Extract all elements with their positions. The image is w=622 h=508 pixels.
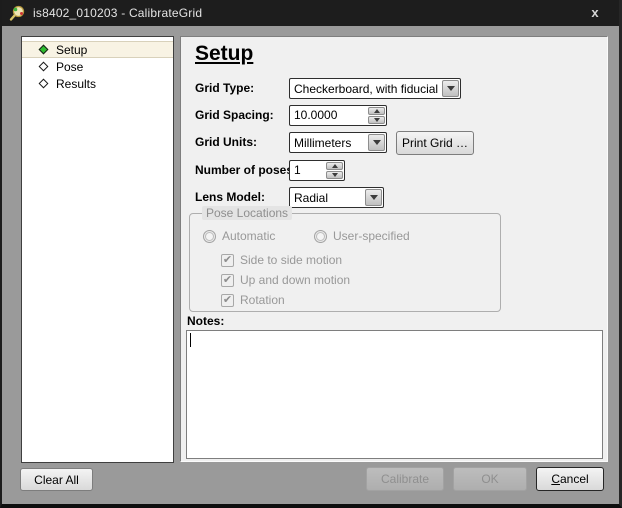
grid-units-value: Millimeters — [290, 136, 367, 150]
grid-units-label: Grid Units: — [195, 132, 257, 153]
grid-type-value: Checkerboard, with fiducial — [290, 82, 441, 96]
checkbox-rotation-label: Rotation — [240, 293, 285, 307]
chevron-down-icon[interactable] — [442, 80, 459, 97]
chevron-down-icon[interactable] — [365, 189, 382, 206]
grid-spacing-value: 10.0000 — [290, 106, 367, 125]
magnifier-app-icon — [9, 5, 26, 22]
title-bar: is8402_010203 - CalibrateGrid x — [2, 0, 619, 26]
sidebar-item-pose[interactable]: Pose — [22, 58, 173, 75]
pose-locations-group: Pose Locations Automatic User-specified … — [189, 213, 501, 312]
lens-model-dropdown[interactable]: Radial — [289, 187, 384, 208]
notes-input[interactable] — [186, 330, 603, 459]
sidebar-item-results[interactable]: Results — [22, 75, 173, 92]
radio-automatic-label: Automatic — [222, 229, 275, 243]
checkbox-up-down: ✔ Up and down motion — [221, 273, 350, 287]
checkbox-checked-icon: ✔ — [221, 294, 234, 307]
notes-label: Notes: — [187, 314, 224, 328]
lens-model-label: Lens Model: — [195, 187, 265, 208]
diamond-outline-icon — [39, 79, 49, 89]
text-caret — [190, 333, 191, 347]
pose-locations-legend: Pose Locations — [202, 206, 292, 220]
ok-button: OK — [453, 467, 527, 491]
grid-type-label: Grid Type: — [195, 78, 254, 99]
spin-down-icon[interactable] — [326, 171, 343, 179]
clear-all-button[interactable]: Clear All — [20, 468, 93, 491]
sidebar-item-label: Pose — [56, 60, 83, 74]
calibrate-button: Calibrate — [366, 467, 444, 491]
radio-user-specified: User-specified — [314, 229, 410, 243]
calibrate-grid-dialog: is8402_010203 - CalibrateGrid x Setup Po… — [0, 0, 622, 508]
close-icon[interactable]: x — [583, 4, 607, 22]
spinner-buttons — [326, 162, 343, 179]
radio-icon — [314, 230, 327, 243]
chevron-down-icon[interactable] — [368, 134, 385, 151]
checkbox-updown-label: Up and down motion — [240, 273, 350, 287]
radio-user-specified-label: User-specified — [333, 229, 410, 243]
page-title: Setup — [195, 42, 253, 66]
spin-up-icon[interactable] — [368, 107, 385, 115]
grid-spacing-label: Grid Spacing: — [195, 105, 274, 126]
grid-spacing-stepper[interactable]: 10.0000 — [289, 105, 387, 126]
setup-panel: Setup Grid Type: Checkerboard, with fidu… — [180, 36, 608, 462]
sidebar-item-setup[interactable]: Setup — [22, 41, 173, 58]
steps-sidebar: Setup Pose Results — [21, 36, 174, 463]
spin-down-icon[interactable] — [368, 116, 385, 124]
sidebar-item-label: Setup — [56, 43, 87, 57]
num-poses-label: Number of poses: — [195, 160, 297, 181]
cancel-button[interactable]: Cancel — [536, 467, 604, 491]
grid-units-dropdown[interactable]: Millimeters — [289, 132, 387, 153]
checkbox-checked-icon: ✔ — [221, 274, 234, 287]
checkbox-checked-icon: ✔ — [221, 254, 234, 267]
print-grid-button[interactable]: Print Grid … — [396, 131, 474, 155]
window-title: is8402_010203 - CalibrateGrid — [33, 6, 202, 20]
sidebar-item-label: Results — [56, 77, 96, 91]
radio-automatic: Automatic — [203, 229, 275, 243]
diamond-outline-icon — [39, 62, 49, 72]
checkbox-rotation: ✔ Rotation — [221, 293, 285, 307]
grid-type-dropdown[interactable]: Checkerboard, with fiducial — [289, 78, 461, 99]
radio-icon — [203, 230, 216, 243]
lens-model-value: Radial — [290, 191, 364, 205]
checkbox-side-label: Side to side motion — [240, 253, 342, 267]
spinner-buttons — [368, 107, 385, 124]
num-poses-value: 1 — [290, 161, 325, 180]
diamond-filled-icon — [39, 45, 49, 55]
spin-up-icon[interactable] — [326, 162, 343, 170]
num-poses-stepper[interactable]: 1 — [289, 160, 345, 181]
checkbox-side-to-side: ✔ Side to side motion — [221, 253, 342, 267]
